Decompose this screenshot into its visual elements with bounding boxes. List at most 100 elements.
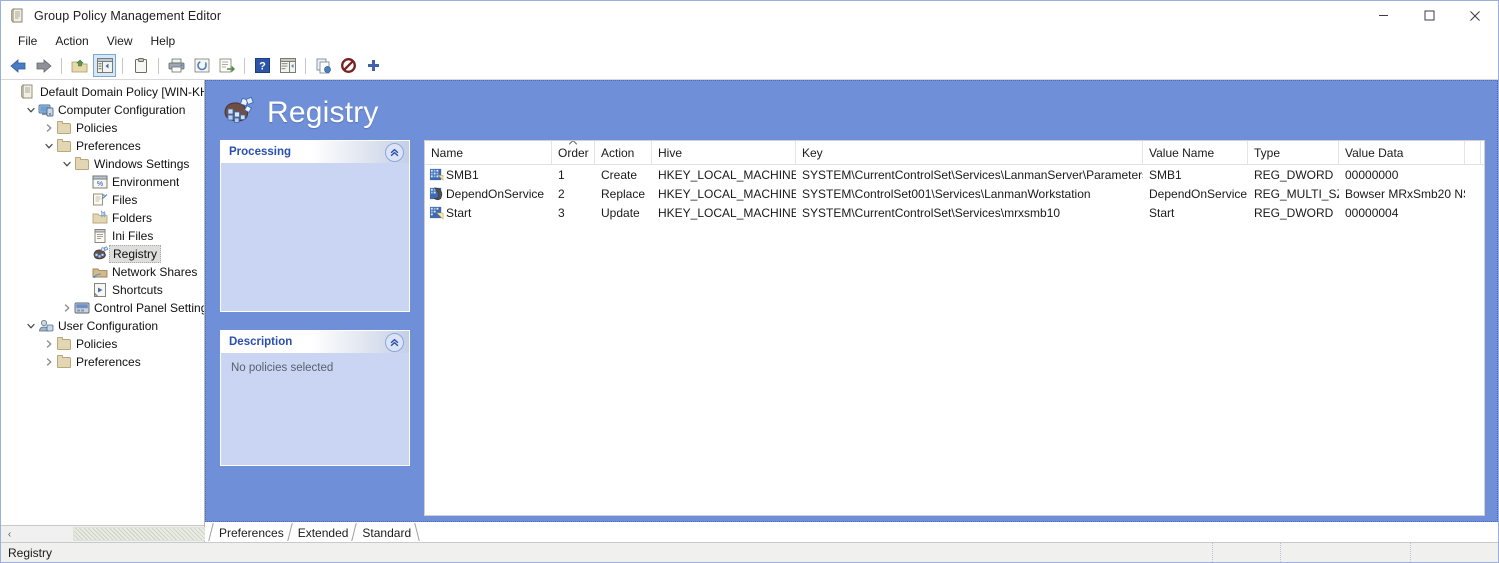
tree-item-label: Network Shares <box>112 265 197 279</box>
disable-circle-button[interactable] <box>337 54 360 77</box>
cell-text: DependOnService <box>446 187 544 201</box>
help-button[interactable]: ? <box>251 54 274 77</box>
properties-button[interactable] <box>129 54 152 77</box>
copy-document-button[interactable] <box>312 54 335 77</box>
tree-item-folders[interactable]: Folders <box>1 209 204 227</box>
tree-item-windows-settings[interactable]: Windows Settings <box>1 155 204 173</box>
column-header-value-name[interactable]: Value Name <box>1143 141 1248 164</box>
chevron-right-icon[interactable] <box>59 299 74 317</box>
column-header-action[interactable]: Action <box>595 141 652 164</box>
minimize-button[interactable] <box>1360 1 1406 30</box>
window-title: Group Policy Management Editor <box>34 9 221 23</box>
toolbar-separator <box>61 58 62 74</box>
tree-item-preferences[interactable]: Preferences <box>1 353 204 371</box>
cell-text: 2 <box>558 187 565 201</box>
table-row[interactable]: DependOnService2ReplaceHKEY_LOCAL_MACHIN… <box>425 184 1484 203</box>
cell-value-name: Start <box>1143 206 1248 220</box>
list-body[interactable]: SMB11CreateHKEY_LOCAL_MACHINESYSTEM\Curr… <box>425 165 1484 222</box>
view-tabs[interactable]: PreferencesExtendedStandard <box>205 522 1498 542</box>
details-pane: Registry Processing <box>205 80 1498 542</box>
chevron-down-icon[interactable] <box>41 137 56 155</box>
tree-item-label: Ini Files <box>112 229 153 243</box>
tab-standard[interactable]: Standard <box>351 523 420 542</box>
tree-horizontal-scrollbar[interactable]: ‹ › <box>1 525 204 542</box>
column-header-value-data[interactable]: Value Data <box>1339 141 1465 164</box>
folders-icon <box>92 210 108 226</box>
cell-name: Start <box>425 205 552 220</box>
tab-extended[interactable]: Extended <box>287 523 358 542</box>
tree-item-control-panel-setting[interactable]: Control Panel Setting <box>1 299 204 317</box>
console-tree-button[interactable] <box>93 54 116 77</box>
tree-item-files[interactable]: Files <box>1 191 204 209</box>
tree-item-default-domain-policy-win-kh[interactable]: Default Domain Policy [WIN-KH <box>1 83 204 101</box>
title-bar: Group Policy Management Editor <box>1 1 1498 30</box>
chevron-right-icon[interactable] <box>41 119 56 137</box>
console-tree[interactable]: Default Domain Policy [WIN-KHComputer Co… <box>1 80 204 525</box>
menu-file[interactable]: File <box>9 32 46 50</box>
cell-value-data: 00000000 <box>1339 168 1465 182</box>
tree-item-label: Windows Settings <box>94 157 189 171</box>
menu-view[interactable]: View <box>98 32 142 50</box>
toolbar-separator <box>122 58 123 74</box>
chevron-right-icon[interactable] <box>41 335 56 353</box>
tree-spacer <box>77 173 92 191</box>
tree-item-label: Environment <box>112 175 179 189</box>
forward-button[interactable] <box>32 54 55 77</box>
tree-item-preferences[interactable]: Preferences <box>1 137 204 155</box>
table-row[interactable]: Start3UpdateHKEY_LOCAL_MACHINESYSTEM\Cur… <box>425 203 1484 222</box>
column-header-name[interactable]: Name <box>425 141 552 164</box>
plus-icon[interactable] <box>362 54 385 77</box>
scroll-track[interactable] <box>18 526 187 542</box>
preferences-list-view[interactable]: NameOrderActionHiveKey Value Name TypeValu… <box>424 140 1485 516</box>
scroll-left-button[interactable]: ‹ <box>1 526 18 542</box>
tree-item-ini-files[interactable]: Ini Files <box>1 227 204 245</box>
column-header-key[interactable]: Key <box>796 141 1143 164</box>
print-button[interactable] <box>165 54 188 77</box>
tree-item-computer-configuration[interactable]: Computer Configuration <box>1 101 204 119</box>
cell-text: DependOnService <box>1149 187 1247 201</box>
tree-item-policies[interactable]: Policies <box>1 119 204 137</box>
export-list-button[interactable] <box>215 54 238 77</box>
table-row[interactable]: SMB11CreateHKEY_LOCAL_MACHINESYSTEM\Curr… <box>425 165 1484 184</box>
close-button[interactable] <box>1452 1 1498 30</box>
view-window-button[interactable] <box>276 54 299 77</box>
column-header-blank[interactable] <box>1465 141 1481 164</box>
cell-text: Create <box>601 168 637 182</box>
cell-text: Bowser MRxSmb20 NSI <box>1345 187 1465 201</box>
status-cell-2 <box>1280 543 1410 562</box>
tree-item-environment[interactable]: %Environment <box>1 173 204 191</box>
collapse-chevron-icon[interactable] <box>385 333 404 352</box>
tab-preferences[interactable]: Preferences <box>208 523 293 542</box>
cell-text: SMB1 <box>1149 168 1182 182</box>
column-header-type[interactable]: Type <box>1248 141 1339 164</box>
collapse-chevron-icon[interactable] <box>385 143 404 162</box>
list-header-row[interactable]: NameOrderActionHiveKey Value Name TypeValu… <box>425 141 1484 165</box>
cell-text: 00000000 <box>1345 168 1398 182</box>
cell-text: SYSTEM\ControlSet001\Services\LanmanWork… <box>802 187 1091 201</box>
chevron-down-icon[interactable] <box>59 155 74 173</box>
column-header-order[interactable]: Order <box>552 141 595 164</box>
application-window: Group Policy Management Editor File Acti… <box>0 0 1499 563</box>
column-header-hive[interactable]: Hive <box>652 141 796 164</box>
chevron-down-icon[interactable] <box>23 317 38 335</box>
cell-type: REG_DWORD <box>1248 206 1339 220</box>
processing-panel: Processing <box>220 140 410 312</box>
status-text: Registry <box>1 546 1212 560</box>
sort-ascending-icon <box>569 141 578 147</box>
refresh-button[interactable] <box>190 54 213 77</box>
up-one-level-button[interactable] <box>68 54 91 77</box>
chevron-right-icon[interactable] <box>41 353 56 371</box>
tree-item-user-configuration[interactable]: User Configuration <box>1 317 204 335</box>
back-button[interactable] <box>7 54 30 77</box>
shortcuts-icon <box>92 282 108 298</box>
tree-spacer <box>77 209 92 227</box>
tree-item-shortcuts[interactable]: Shortcuts <box>1 281 204 299</box>
maximize-button[interactable] <box>1406 1 1452 30</box>
menu-action[interactable]: Action <box>46 32 97 50</box>
tree-item-policies[interactable]: Policies <box>1 335 204 353</box>
chevron-down-icon[interactable] <box>23 101 38 119</box>
menu-help[interactable]: Help <box>142 32 185 50</box>
tree-item-network-shares[interactable]: Network Shares <box>1 263 204 281</box>
column-header-label: Value Name <box>1149 146 1214 160</box>
tree-item-registry[interactable]: Registry <box>1 245 204 263</box>
